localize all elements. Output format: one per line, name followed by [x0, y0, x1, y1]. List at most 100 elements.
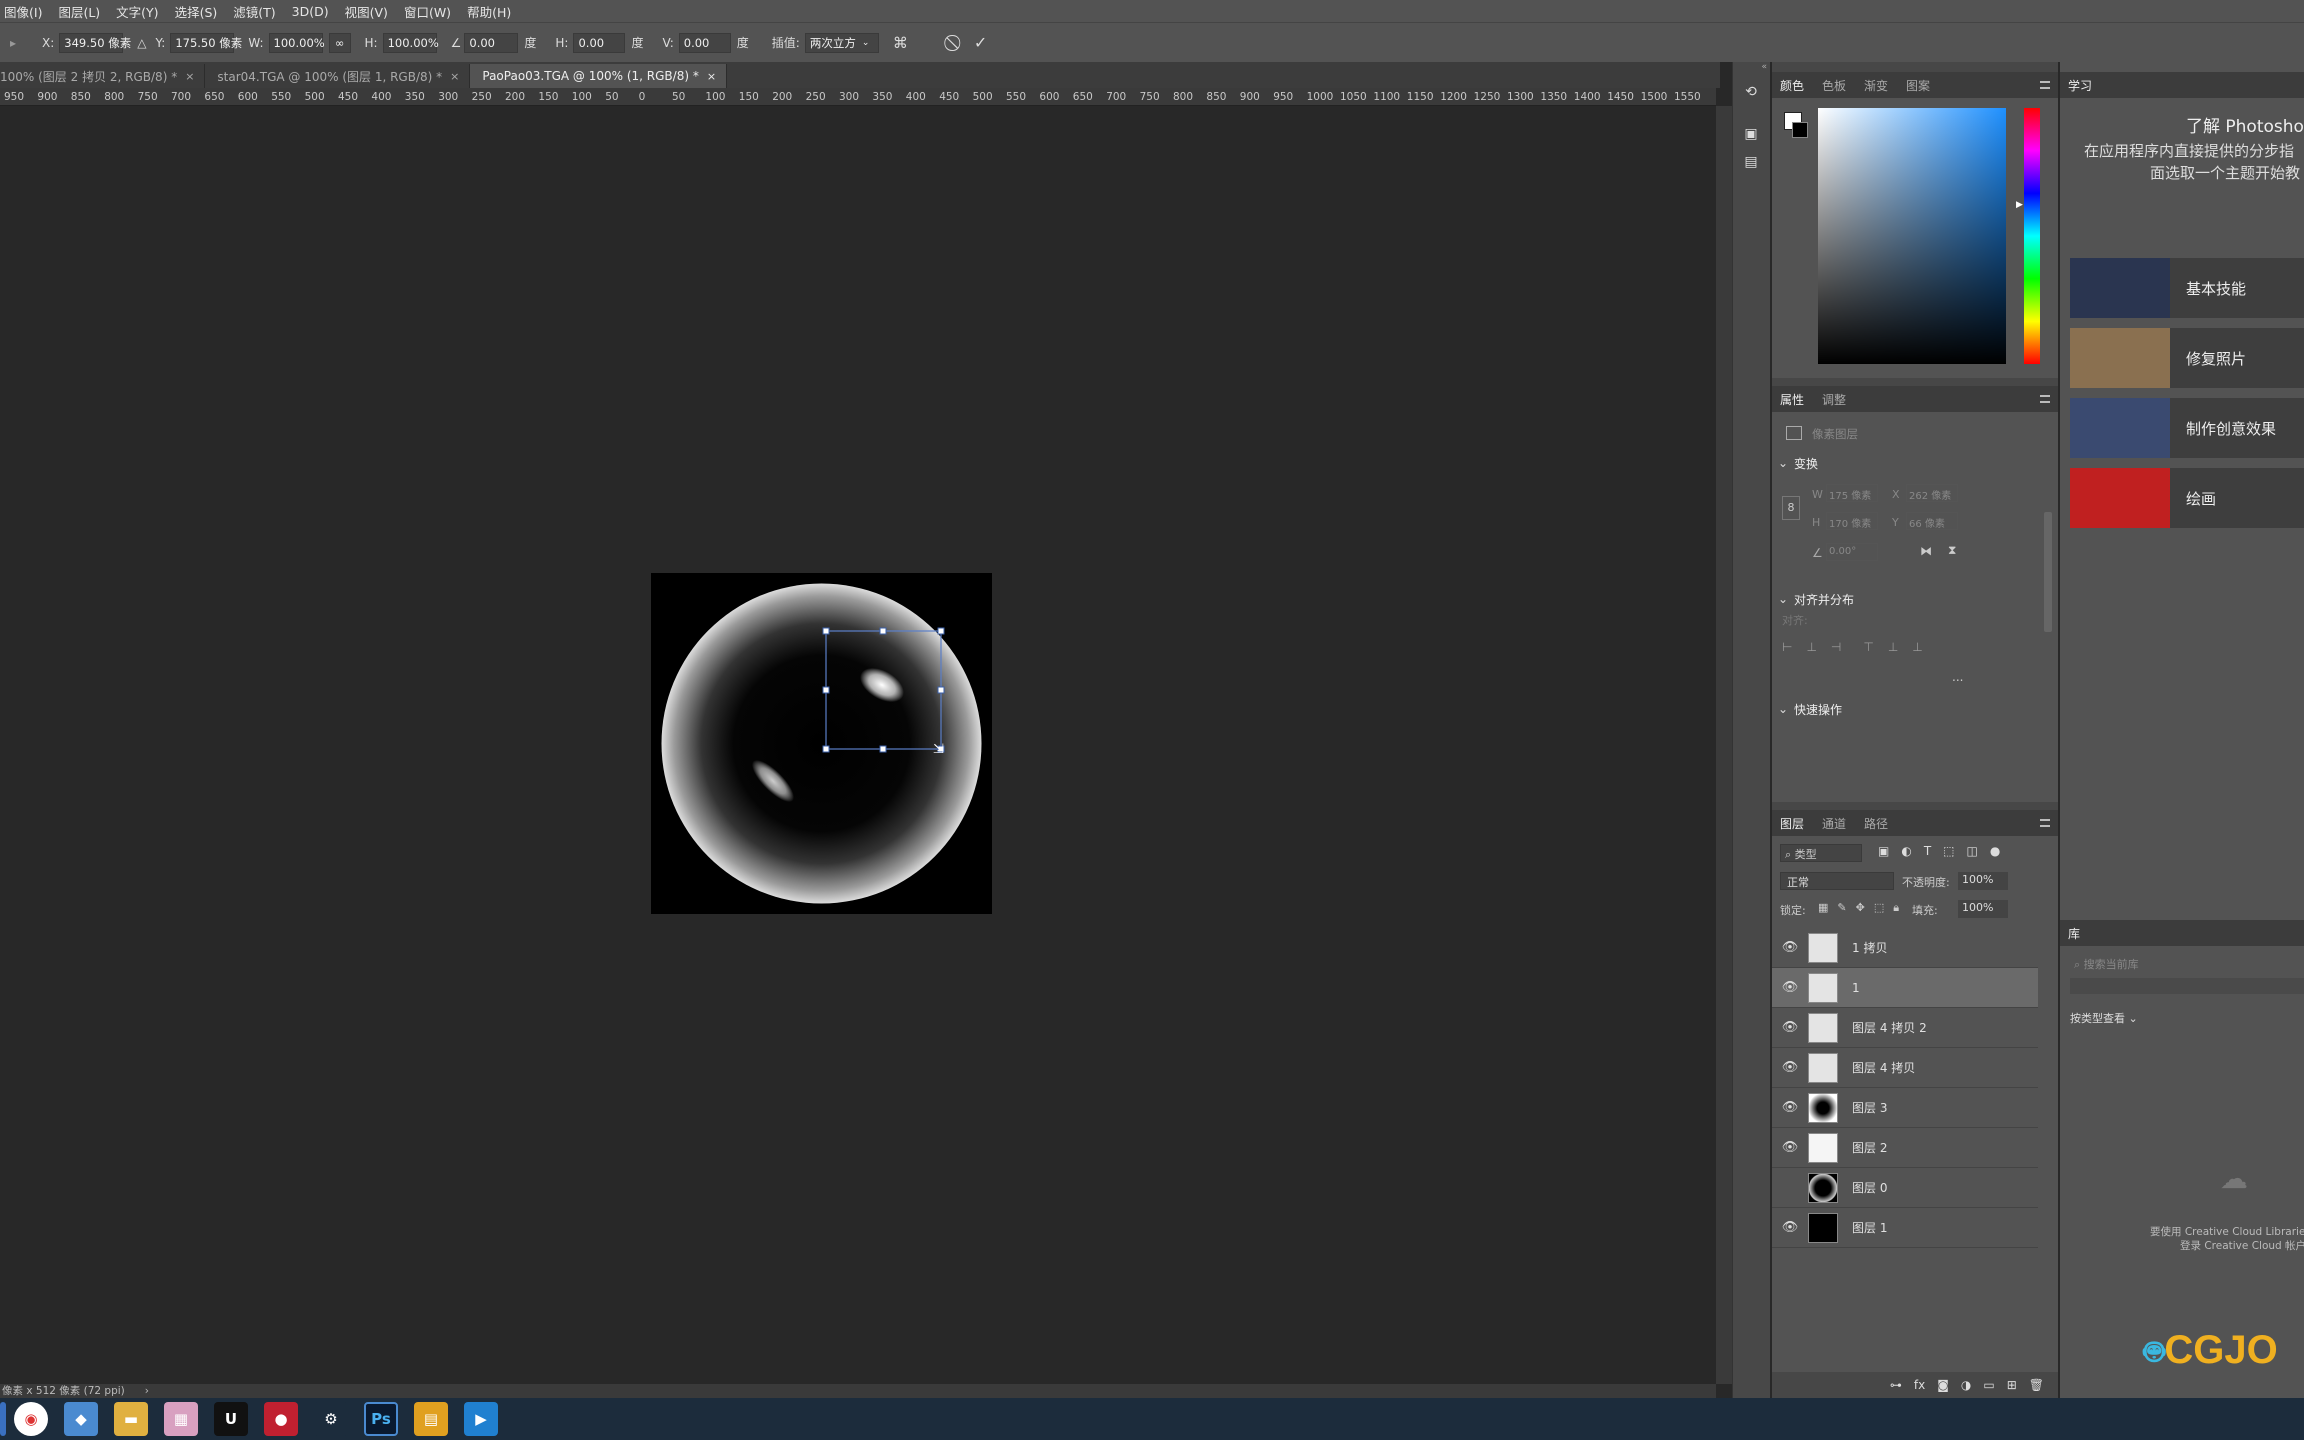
flip-vertical-icon[interactable]: ⧗ [1948, 543, 1956, 558]
commit-icon[interactable]: ✓ [974, 33, 987, 52]
panel-menu-icon[interactable] [2040, 395, 2050, 403]
visibility-eye-icon[interactable]: 👁︎ [1780, 980, 1800, 995]
vskew-input[interactable]: 0.00 [678, 32, 731, 53]
tab-learn[interactable]: 学习 [2068, 77, 2092, 94]
library-search[interactable]: ⌕ 搜索当前库 [2070, 954, 2304, 972]
align-center-icon[interactable]: ⊥ [1806, 640, 1816, 654]
tab-adjustments[interactable]: 调整 [1822, 391, 1846, 408]
taskbar-video-icon[interactable]: ▶ [464, 1402, 498, 1436]
visibility-eye-icon[interactable]: 👁︎ [1780, 1020, 1800, 1035]
visibility-eye-icon[interactable]: 👁︎ [1780, 1060, 1800, 1075]
notes-icon[interactable]: ▤ [1741, 152, 1761, 172]
angle-input[interactable]: 0.00 [464, 32, 519, 53]
width-input[interactable]: 100.00% [268, 32, 325, 53]
prop-width-input[interactable]: 175 像素 [1826, 484, 1878, 502]
vertical-scrollbar[interactable] [1716, 106, 1732, 1384]
menu-item[interactable]: 窗口(W) [404, 2, 451, 21]
tab-document-1[interactable]: 100% (图层 2 拷贝 2, RGB/8) * × [0, 64, 206, 88]
flip-horizontal-icon[interactable]: ⧓ [1920, 544, 1932, 558]
hskew-input[interactable]: 0.00 [573, 32, 626, 53]
opacity-input[interactable]: 100% [1958, 872, 2008, 890]
menu-item[interactable]: 图像(I) [4, 2, 42, 21]
filter-shape-icon[interactable]: ⬚ [1943, 844, 1954, 858]
interp-select[interactable]: 两次立方 ⌄ [804, 32, 879, 53]
link-icon[interactable]: ∞ [328, 32, 351, 53]
x-input[interactable]: 349.50 像素 [59, 32, 131, 53]
chevron-down-icon[interactable]: ⌄ [1778, 702, 1788, 716]
layer-row[interactable]: 👁︎ 1 拷贝 [1772, 928, 2038, 968]
document-canvas[interactable]: ⇲ [651, 573, 992, 914]
taskbar-unreal-icon[interactable]: U [214, 1402, 248, 1436]
color-field[interactable] [1818, 108, 2006, 364]
taskbar-files-icon[interactable]: ▤ [414, 1402, 448, 1436]
properties-scrollbar[interactable] [2044, 512, 2052, 632]
tab-swatches[interactable]: 色板 [1822, 77, 1846, 94]
visibility-eye-icon[interactable]: 👁︎ [1780, 1220, 1800, 1235]
trash-icon[interactable]: 🗑︎ [2029, 1378, 2044, 1392]
filter-pixel-icon[interactable]: ▣ [1878, 844, 1889, 858]
warp-icon[interactable]: ⌘ [893, 34, 908, 52]
tab-gradients[interactable]: 渐变 [1864, 77, 1888, 94]
align-top-icon[interactable]: ⊤ [1863, 640, 1873, 654]
layer-row[interactable]: 👁︎ 图层 4 拷贝 [1772, 1048, 2038, 1088]
tab-paths[interactable]: 路径 [1864, 815, 1888, 832]
tab-properties[interactable]: 属性 [1780, 391, 1804, 408]
new-layer-icon[interactable]: ⊞ [2007, 1378, 2017, 1392]
prop-height-input[interactable]: 170 像素 [1826, 512, 1878, 530]
link-layers-icon[interactable]: ⊶ [1890, 1378, 1902, 1392]
layer-row[interactable]: 👁︎ 图层 4 拷贝 2 [1772, 1008, 2038, 1048]
blend-mode-select[interactable]: 正常 [1780, 872, 1894, 890]
tab-document-2[interactable]: star04.TGA @ 100% (图层 1, RGB/8) * × [205, 64, 471, 88]
lock-transparent-icon[interactable]: ▦ [1818, 901, 1828, 915]
taskbar-app-icon[interactable]: ◆ [64, 1402, 98, 1436]
taskbar-chrome-icon[interactable]: ◉ [14, 1402, 48, 1436]
layer-row[interactable]: 👁︎ 图层 2 [1772, 1128, 2038, 1168]
menu-item[interactable]: 视图(V) [345, 2, 388, 21]
visibility-eye-icon[interactable]: 👁︎ [1780, 940, 1800, 955]
collapse-icon[interactable]: « [1733, 62, 1771, 72]
menu-item[interactable]: 滤镜(T) [233, 2, 275, 21]
visibility-eye-icon[interactable]: 👁︎ [1780, 1140, 1800, 1155]
filter-toggle-icon[interactable]: ● [1990, 844, 2000, 858]
prop-y-input[interactable]: 66 像素 [1906, 512, 1958, 530]
panel-menu-icon[interactable] [2040, 81, 2050, 89]
horizontal-ruler[interactable]: 950 900 850 800 750 700 650 600 550 500 450 400 350 3… [0, 88, 1716, 106]
tab-layers[interactable]: 图层 [1780, 815, 1804, 832]
delta-icon[interactable]: △ [137, 36, 146, 50]
lock-move-icon[interactable]: ✥ [1856, 901, 1865, 915]
taskbar-photoshop-icon[interactable]: Ps [364, 1402, 398, 1436]
tab-channels[interactable]: 通道 [1822, 815, 1846, 832]
visibility-eye-icon[interactable]: 👁︎ [1780, 1100, 1800, 1115]
layer-filter-select[interactable]: ⌕ 类型 [1780, 844, 1862, 862]
prop-x-input[interactable]: 262 像素 [1906, 484, 1958, 502]
learn-topic[interactable]: 制作创意效果 [2070, 398, 2304, 458]
chevron-right-icon[interactable]: › [145, 1385, 149, 1397]
taskbar-settings-icon[interactable]: ⚙ [314, 1402, 348, 1436]
hue-pointer-icon[interactable]: ▶ [2016, 200, 2023, 210]
align-bottom-icon[interactable]: ⊥ [1912, 640, 1922, 654]
height-input[interactable]: 100.00% [382, 32, 439, 53]
align-left-icon[interactable]: ⊢ [1782, 640, 1792, 654]
tab-color[interactable]: 颜色 [1780, 77, 1804, 94]
y-input[interactable]: 175.50 像素 [170, 32, 242, 53]
lock-paint-icon[interactable]: ✎ [1837, 901, 1846, 915]
learn-topic[interactable]: 修复照片 [2070, 328, 2304, 388]
background-swatch[interactable] [1792, 122, 1808, 138]
adjustment-icon[interactable]: ◑ [1961, 1378, 1971, 1392]
layer-row[interactable]: 👁︎ 图层 3 [1772, 1088, 2038, 1128]
panel-menu-icon[interactable] [2040, 819, 2050, 827]
chevron-down-icon[interactable]: ⌄ [1778, 592, 1788, 606]
menu-item[interactable]: 选择(S) [175, 2, 218, 21]
library-select[interactable] [2070, 978, 2304, 994]
filter-adjust-icon[interactable]: ◐ [1901, 844, 1911, 858]
tab-library[interactable]: 库 [2068, 925, 2080, 942]
filter-smart-icon[interactable]: ◫ [1967, 844, 1978, 858]
align-right-icon[interactable]: ⊣ [1831, 640, 1841, 654]
lock-artboard-icon[interactable]: ⬚ [1874, 901, 1884, 915]
properties-icon[interactable]: ▣ [1741, 124, 1761, 144]
layer-row[interactable]: 👁︎ 图层 1 [1772, 1208, 2038, 1248]
fx-icon[interactable]: fx [1914, 1378, 1925, 1392]
filter-type-icon[interactable]: T [1924, 844, 1931, 858]
layer-row[interactable]: 图层 0 [1772, 1168, 2038, 1208]
history-icon[interactable]: ⟲ [1741, 82, 1761, 102]
